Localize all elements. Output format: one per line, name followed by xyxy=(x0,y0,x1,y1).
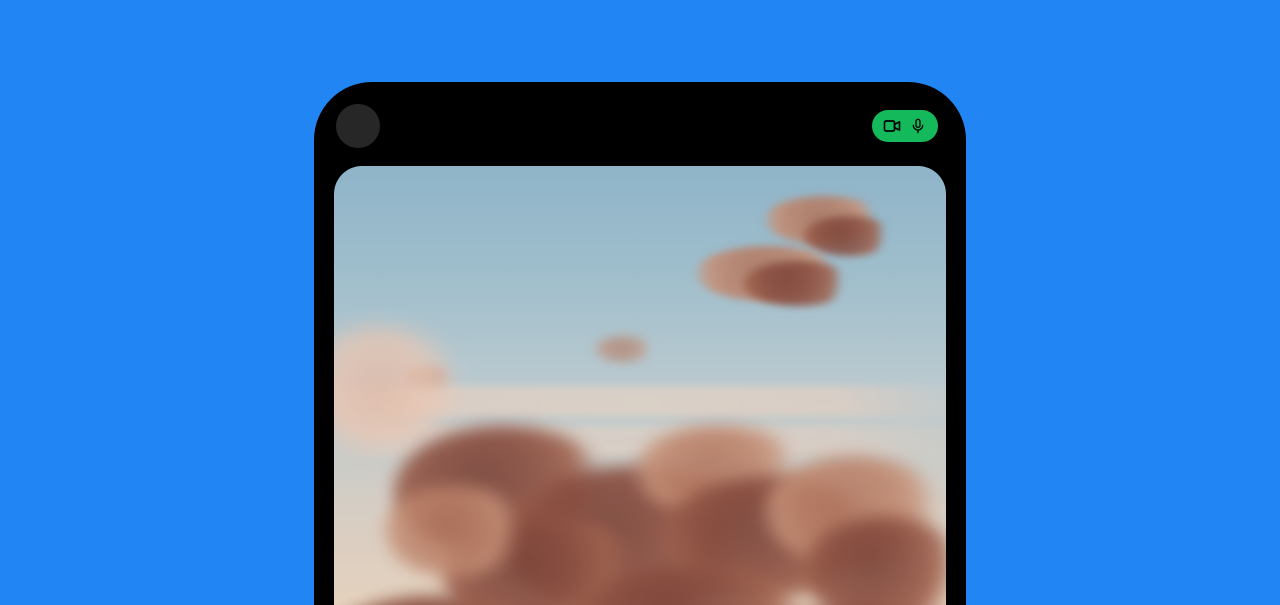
phone-frame xyxy=(314,82,966,605)
camera-icon xyxy=(882,116,902,136)
cloud xyxy=(744,261,854,306)
status-bar-right xyxy=(872,110,938,142)
cloud xyxy=(804,216,894,256)
cloud xyxy=(384,486,524,576)
cloud xyxy=(594,336,654,362)
camera-punch-hole xyxy=(336,104,380,148)
camera-viewfinder[interactable] xyxy=(334,166,946,605)
promo-background xyxy=(0,0,1280,605)
privacy-indicator-pill[interactable] xyxy=(872,110,938,142)
microphone-icon xyxy=(910,116,926,136)
